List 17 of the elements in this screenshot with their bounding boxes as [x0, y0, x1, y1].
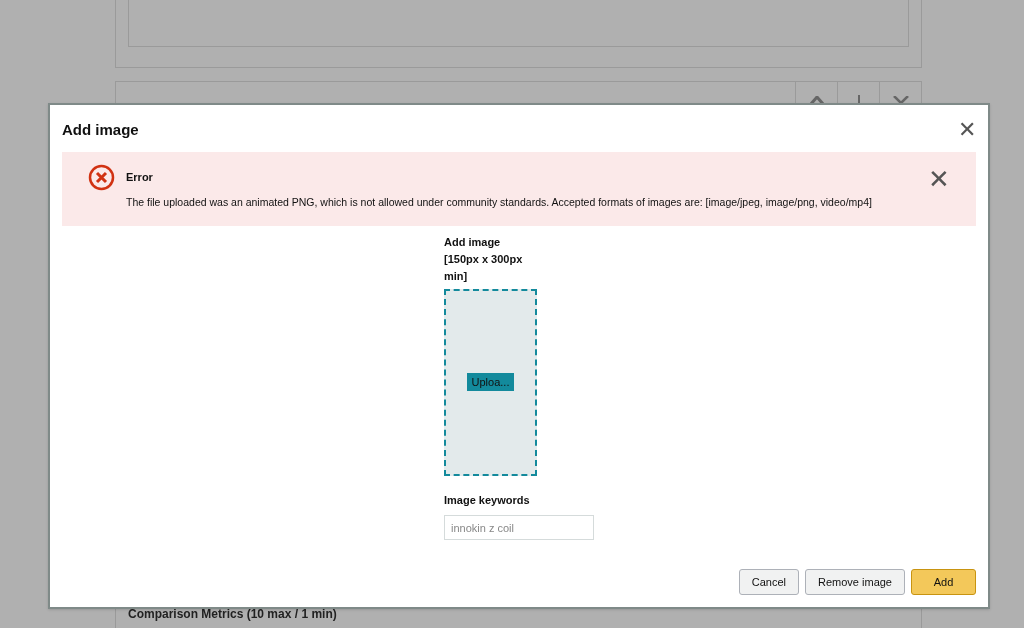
dialog-button[interactable]: Remove image: [805, 569, 905, 595]
add-button[interactable]: Add: [911, 569, 976, 595]
dialog-button[interactable]: Cancel: [738, 569, 799, 595]
keywords-label: Image keywords: [444, 492, 531, 508]
close-button[interactable]: ✕: [958, 119, 976, 142]
alert-title: Error: [126, 169, 154, 185]
dialog-title: Add image: [62, 120, 139, 140]
caret-up-icon[interactable]: [809, 96, 824, 104]
error-icon: [88, 163, 115, 191]
dismiss-button[interactable]: ✕: [928, 165, 950, 192]
drop-zone[interactable]: Uploa...: [444, 288, 537, 476]
close-icon[interactable]: [892, 96, 909, 104]
upload-label: Add image [150px x 300px min]: [444, 234, 524, 284]
alert-message: The file uploaded was an animated PNG, which is not allowed under community standards. Accepted formats of images are: [image/jpeg, image/png, video/mp4]: [126, 195, 873, 210]
upload-button[interactable]: Uploa...: [466, 372, 515, 392]
section-label: Comparison Metrics (10 max / 1 min): [128, 606, 337, 623]
keywords-field[interactable]: innokin z coil: [444, 515, 594, 540]
